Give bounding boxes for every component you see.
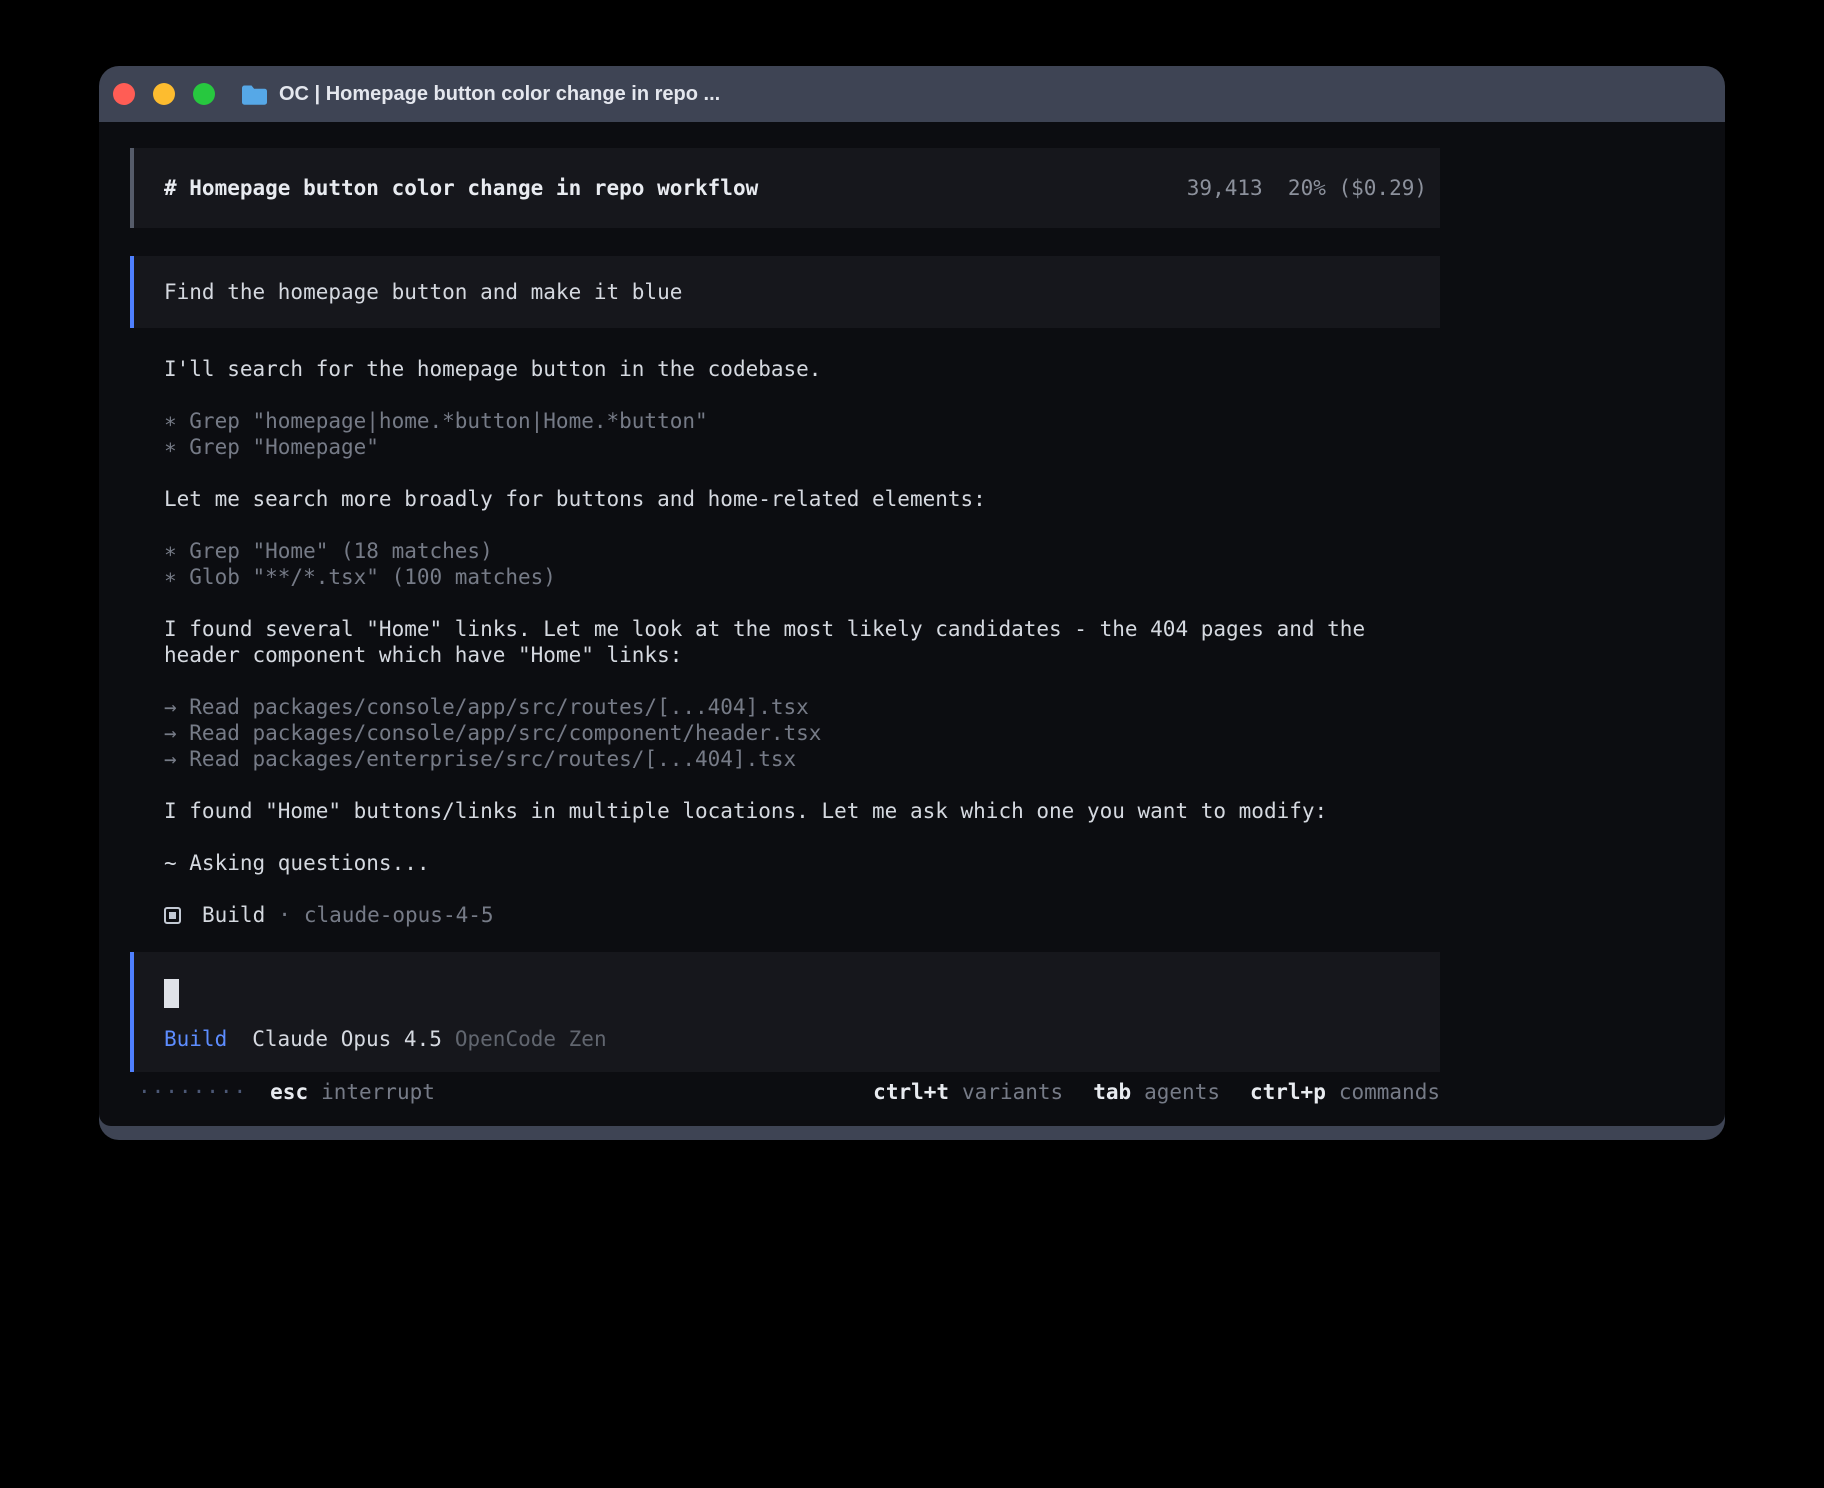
tab-key: tab (1093, 1079, 1131, 1105)
read-tool-arrow-icon: → (164, 694, 189, 720)
status-text: ~ Asking questions... (164, 851, 430, 875)
tool-call-line: →Read packages/console/app/src/routes/[.… (130, 694, 1725, 720)
folder-icon (241, 84, 268, 105)
glob-tool-icon: ∗ (164, 564, 189, 590)
window-title: OC | Homepage button color change in rep… (279, 83, 720, 106)
ctrl-p-key: ctrl+p (1250, 1079, 1326, 1105)
read-tool-arrow-icon: → (164, 746, 189, 772)
tool-call-line: ∗Grep "homepage|home.*button|Home.*butto… (130, 408, 1725, 434)
user-message-text: Find the homepage button and make it blu… (164, 279, 682, 305)
spinner-dots: ········ (138, 1079, 247, 1105)
session-token-stats: 39,413 20% ($0.29) (1187, 175, 1427, 201)
commands-label: commands (1339, 1079, 1440, 1105)
close-button[interactable] (113, 83, 135, 105)
minimize-button[interactable] (153, 83, 175, 105)
assistant-text: I'll search for the homepage button in t… (164, 357, 821, 381)
title-bar: OC | Homepage button color change in rep… (99, 66, 1725, 122)
tool-call-line: →Read packages/enterprise/src/routes/[..… (130, 746, 1725, 772)
agent-name: Build (202, 902, 265, 928)
tool-call-text: Grep "homepage|home.*button|Home.*button… (189, 409, 707, 433)
tool-call-line: ∗Grep "Homepage" (130, 434, 1725, 460)
assistant-text: I found "Home" buttons/links in multiple… (164, 799, 1327, 823)
esc-key: esc (270, 1079, 308, 1105)
separator-dot: · (278, 902, 291, 928)
assistant-message-line: header component which have "Home" links… (130, 642, 1725, 668)
input-mode-badge: Build (164, 1026, 227, 1052)
agents-label: agents (1144, 1079, 1220, 1105)
grep-tool-icon: ∗ (164, 434, 189, 460)
input-model-label: Claude Opus 4.5 (252, 1026, 442, 1052)
grep-tool-icon: ∗ (164, 408, 189, 434)
read-tool-arrow-icon: → (164, 720, 189, 746)
interrupt-hint: esc interrupt (270, 1079, 435, 1105)
assistant-message-line: I found "Home" buttons/links in multiple… (130, 798, 1725, 824)
interrupt-label: interrupt (321, 1079, 435, 1105)
agent-model: claude-opus-4-5 (304, 902, 494, 928)
user-message: Find the homepage button and make it blu… (130, 256, 1440, 328)
tool-call-text: Read packages/console/app/src/component/… (189, 721, 821, 745)
tool-call-text: Glob "**/*.tsx" (100 matches) (189, 565, 556, 589)
tool-call-line: ∗Grep "Home" (18 matches) (130, 538, 1725, 564)
input-provider-label: OpenCode Zen (455, 1026, 607, 1052)
prompt-input[interactable]: Build Claude Opus 4.5 OpenCode Zen (130, 952, 1440, 1072)
tool-call-line: →Read packages/console/app/src/component… (130, 720, 1725, 746)
input-meta-row: Build Claude Opus 4.5 OpenCode Zen (164, 1026, 1440, 1052)
assistant-text: header component which have "Home" links… (164, 643, 682, 667)
zoom-button[interactable] (193, 83, 215, 105)
traffic-lights (113, 83, 215, 105)
assistant-text: Let me search more broadly for buttons a… (164, 487, 986, 511)
variants-label: variants (962, 1079, 1063, 1105)
assistant-message-line: Let me search more broadly for buttons a… (130, 486, 1725, 512)
assistant-text: I found several "Home" links. Let me loo… (164, 617, 1365, 641)
status-bar: ········ esc interrupt ctrl+t variants tab… (130, 1079, 1440, 1105)
session-header: # Homepage button color change in repo w… (130, 148, 1440, 228)
tool-call-line: ∗Glob "**/*.tsx" (100 matches) (130, 564, 1725, 590)
tool-call-text: Grep "Homepage" (189, 435, 379, 459)
grep-tool-icon: ∗ (164, 538, 189, 564)
tool-call-text: Grep "Home" (18 matches) (189, 539, 492, 563)
commands-hint: ctrl+p commands (1250, 1079, 1440, 1105)
terminal-content: # Homepage button color change in repo w… (99, 122, 1725, 1126)
session-title: # Homepage button color change in repo w… (164, 175, 758, 201)
variants-hint: ctrl+t variants (873, 1079, 1063, 1105)
agent-status-line: Build · claude-opus-4-5 (130, 902, 1725, 928)
assistant-message-line: I found several "Home" links. Let me loo… (130, 616, 1725, 642)
agents-hint: tab agents (1093, 1079, 1220, 1105)
tool-call-text: Read packages/enterprise/src/routes/[...… (189, 747, 796, 771)
terminal-window: OC | Homepage button color change in rep… (99, 66, 1725, 1140)
text-cursor (164, 979, 179, 1008)
tool-call-text: Read packages/console/app/src/routes/[..… (189, 695, 809, 719)
agent-build-icon (164, 907, 181, 924)
ctrl-t-key: ctrl+t (873, 1079, 949, 1105)
assistant-message-line: I'll search for the homepage button in t… (130, 356, 1725, 382)
asking-questions-status: ~ Asking questions... (130, 850, 1725, 876)
